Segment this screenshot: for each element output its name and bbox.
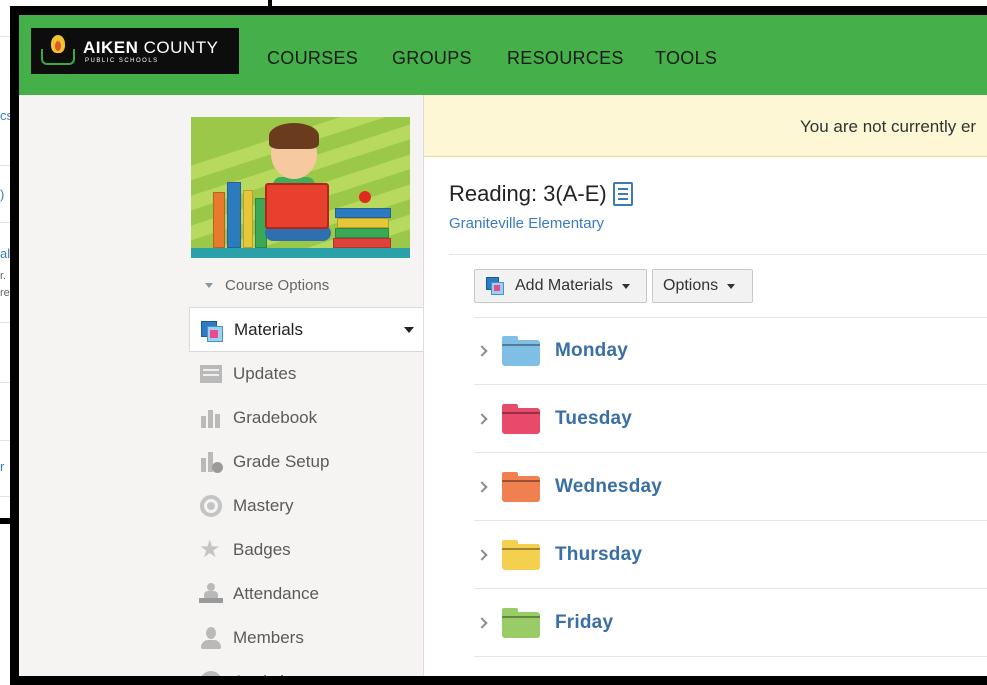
sidebar-item-label: Analytics [233,672,302,685]
sidebar-item-label: Updates [233,364,297,383]
header-divider [449,254,987,255]
school-link[interactable]: Graniteville Elementary [449,215,604,232]
sidebar-item-label: Members [233,628,304,647]
chevron-right-icon[interactable] [476,616,488,629]
course-title: Reading: 3(A-E) [449,181,633,207]
notebook-icon[interactable] [612,182,633,206]
course-menu: Materials Updates Gradebook Grade Setup … [189,307,424,685]
sidebar-item-updates[interactable]: Updates [189,352,424,396]
chevron-right-icon[interactable] [476,548,488,561]
folder-row-thursday[interactable]: Thursday [474,521,987,589]
sidebar-item-label: Gradebook [233,408,318,427]
grade-setup-icon [199,450,223,474]
triangle-down-icon [621,283,630,289]
folder-icon [502,539,540,570]
nav-resources[interactable]: RESOURCES [507,48,624,69]
options-label: Options [663,277,719,294]
sidebar-item-members[interactable]: Members [189,616,424,660]
sidebar-border [423,95,424,676]
chevron-right-icon[interactable] [476,480,488,493]
sidebar-item-label: Grade Setup [233,452,330,471]
folder-label[interactable]: Wednesday [555,476,662,498]
folder-row-wednesday[interactable]: Wednesday [474,453,987,521]
folder-label[interactable]: Thursday [555,544,642,566]
sidebar-item-grade-setup[interactable]: Grade Setup [189,440,424,484]
folder-label[interactable]: Monday [555,340,628,362]
enrollment-banner: You are not currently er [424,95,987,157]
updates-icon [199,362,223,386]
sidebar-item-label: Mastery [233,496,294,515]
add-materials-button[interactable]: Add Materials [474,269,647,303]
course-options-toggle[interactable]: Course Options [205,277,329,294]
materials-icon [200,318,224,342]
folder-icon [502,335,540,366]
course-options-label: Course Options [225,277,330,294]
nav-courses[interactable]: COURSES [267,48,358,69]
chevron-right-icon[interactable] [476,412,488,425]
banner-text: You are not currently er [800,117,977,136]
folder-row-tuesday[interactable]: Tuesday [474,385,987,453]
gradebook-icon [199,406,223,430]
sidebar-item-mastery[interactable]: Mastery [189,484,424,528]
chevron-right-icon[interactable] [476,344,488,357]
logo-title-thin: COUNTY [143,37,219,57]
folder-icon [502,607,540,638]
sidebar-item-badges[interactable]: ★ Badges [189,528,424,572]
folder-label[interactable]: Friday [555,612,613,634]
attendance-icon [199,582,223,606]
top-navigation: AIKEN COUNTY PUBLIC SCHOOLS COURSES GROU… [19,15,987,95]
sidebar-item-materials[interactable]: Materials [189,307,424,352]
folder-row-friday[interactable]: Friday [474,589,987,657]
add-materials-icon [485,275,507,297]
add-materials-label: Add Materials [515,277,613,294]
torch-book-icon [39,35,77,67]
logo-wordmark: AIKEN COUNTY PUBLIC SCHOOLS [83,39,218,64]
caret-down-icon[interactable] [404,327,414,333]
folder-icon [502,403,540,434]
sidebar-item-label: Attendance [233,584,320,603]
folder-label[interactable]: Tuesday [555,408,632,430]
app-window: AIKEN COUNTY PUBLIC SCHOOLS COURSES GROU… [10,6,987,685]
analytics-icon [199,670,223,676]
sidebar-item-attendance[interactable]: Attendance [189,572,424,616]
nav-tools[interactable]: TOOLS [655,48,717,69]
logo-title-bold: AIKEN [83,37,139,57]
logo-subtitle: PUBLIC SCHOOLS [85,57,159,64]
folder-row-monday[interactable]: Monday [474,317,987,385]
course-title-text: Reading: 3(A-E) [449,181,607,206]
sidebar-item-gradebook[interactable]: Gradebook [189,396,424,440]
folder-icon [502,471,540,502]
mastery-icon [199,494,223,518]
sidebar-item-label: Materials [234,319,303,339]
sidebar-item-label: Badges [233,540,291,559]
badges-icon: ★ [199,536,221,563]
apple-icon [359,191,371,203]
sidebar-item-analytics[interactable]: Analytics [189,660,424,685]
triangle-down-icon [205,283,213,288]
course-picture[interactable] [191,117,410,258]
members-icon [199,626,223,650]
triangle-down-icon [727,283,736,289]
course-sidebar: Course Options Materials Updates Gradebo… [19,95,424,685]
nav-groups[interactable]: GROUPS [392,48,472,69]
options-button[interactable]: Options [652,269,753,303]
district-logo[interactable]: AIKEN COUNTY PUBLIC SCHOOLS [31,28,239,74]
